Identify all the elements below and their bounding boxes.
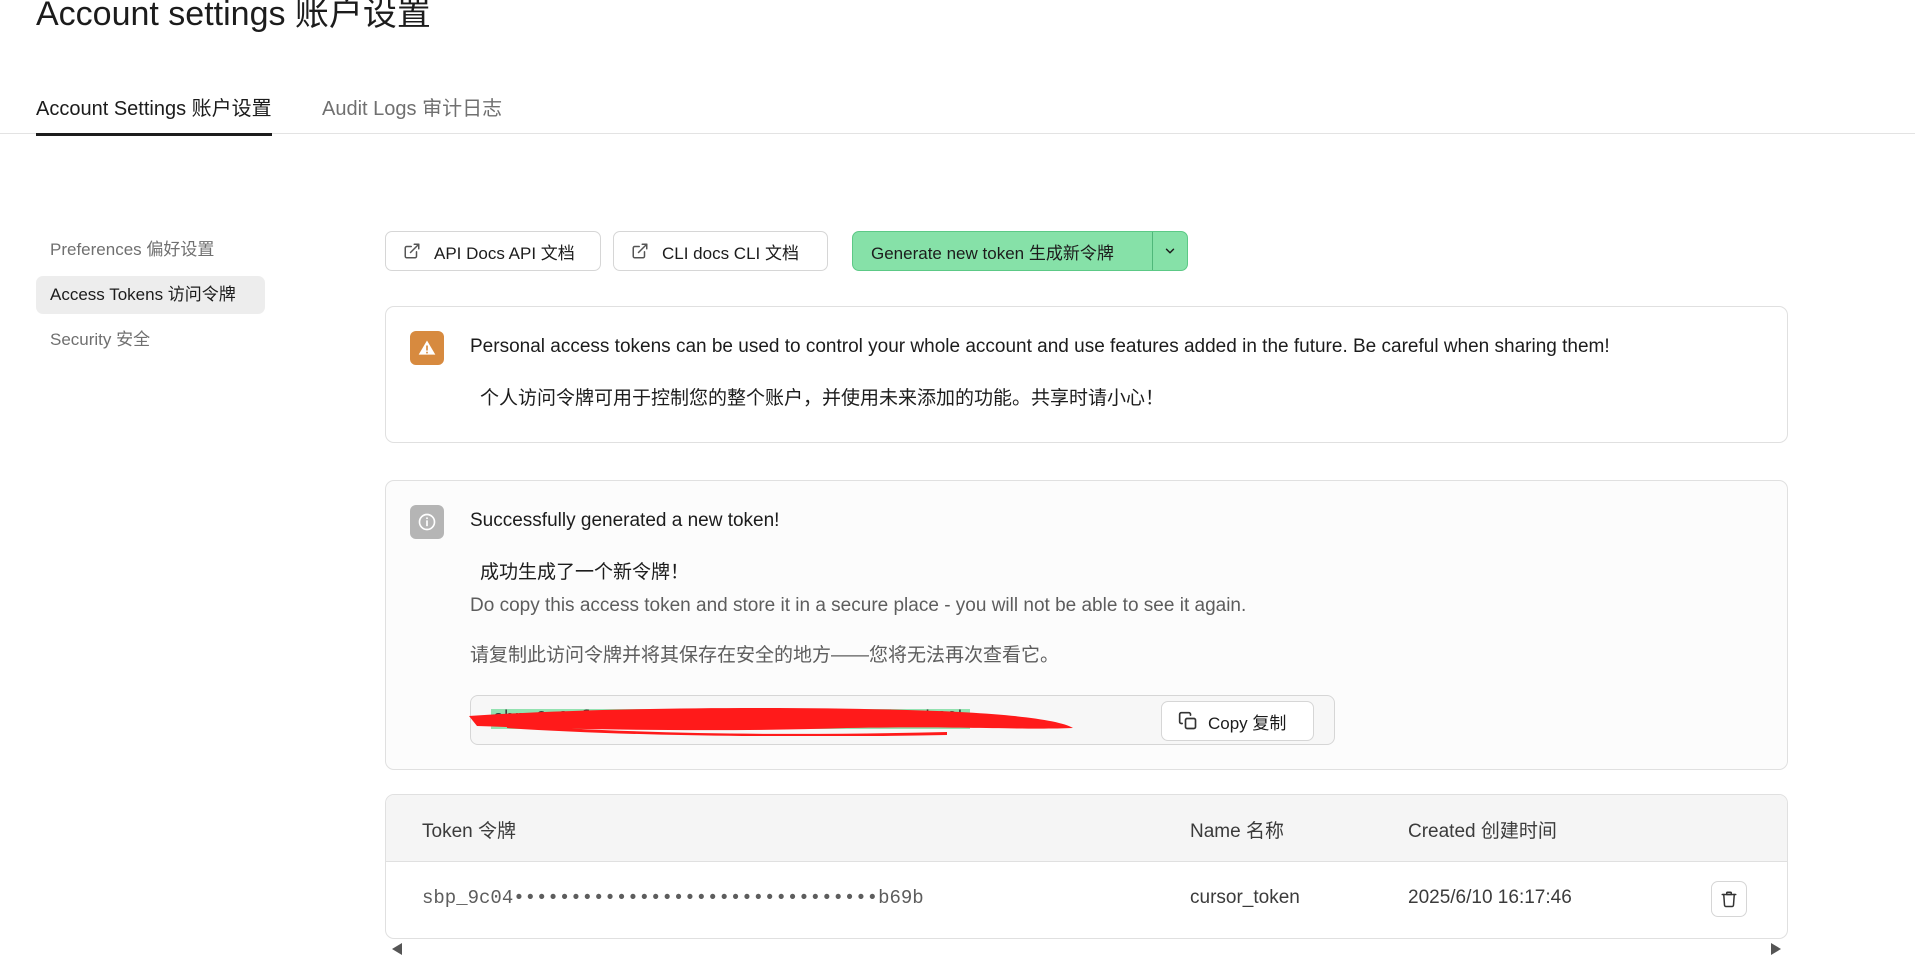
scroll-left-arrow-icon[interactable] xyxy=(390,941,404,957)
copy-label: Copy 复制 xyxy=(1208,713,1287,733)
external-link-icon xyxy=(630,241,650,261)
copy-icon xyxy=(1178,711,1198,731)
cli-docs-label: CLI docs CLI 文档 xyxy=(662,243,799,263)
tokens-table: Token 令牌 Name 名称 Created 创建时间 sbp_9c04••… xyxy=(385,794,1788,939)
tab-bar: Account Settings 账户设置 Audit Logs 审计日志 xyxy=(0,0,1915,136)
tab-account-settings[interactable]: Account Settings 账户设置 xyxy=(36,92,272,136)
external-link-icon xyxy=(402,241,422,261)
success-desc-en: Do copy this access token and store it i… xyxy=(470,595,1247,616)
scroll-right-arrow-icon[interactable] xyxy=(1769,941,1783,957)
warning-icon xyxy=(410,331,444,365)
warning-alert: Personal access tokens can be used to co… xyxy=(385,306,1788,443)
delete-token-button[interactable] xyxy=(1711,881,1747,917)
sidebar-item-access-tokens[interactable]: Access Tokens 访问令牌 xyxy=(36,276,265,314)
info-icon xyxy=(410,505,444,539)
column-header-token: Token 令牌 xyxy=(422,821,516,842)
api-docs-label: API Docs API 文档 xyxy=(434,243,575,263)
created-cell: 2025/6/10 16:17:46 xyxy=(1408,887,1572,908)
sidebar-item-preferences[interactable]: Preferences 偏好设置 xyxy=(36,231,228,269)
redaction-mark xyxy=(469,708,1073,736)
success-alert: Successfully generated a new token! 成功生成… xyxy=(385,480,1788,770)
tab-audit-logs[interactable]: Audit Logs 审计日志 xyxy=(322,92,502,133)
success-title-en: Successfully generated a new token! xyxy=(470,510,780,531)
api-docs-button[interactable]: API Docs API 文档 xyxy=(385,231,601,271)
column-header-created: Created 创建时间 xyxy=(1408,821,1557,842)
success-title-zh: 成功生成了一个新令牌！ xyxy=(480,562,690,583)
name-cell: cursor_token xyxy=(1190,887,1300,908)
copy-button[interactable]: Copy 复制 xyxy=(1161,701,1314,741)
token-cell: sbp_9c04••••••••••••••••••••••••••••••••… xyxy=(422,887,924,909)
column-header-name: Name 名称 xyxy=(1190,821,1284,842)
generate-token-label[interactable]: Generate new token 生成新令牌 xyxy=(853,232,1153,270)
trash-icon xyxy=(1720,890,1738,908)
generate-token-button[interactable]: Generate new token 生成新令牌 xyxy=(852,231,1188,271)
success-desc-zh: 请复制此访问令牌并将其保存在安全的地方——您将无法再次查看它。 xyxy=(470,645,1060,666)
table-header: Token 令牌 Name 名称 Created 创建时间 xyxy=(386,795,1787,862)
token-box: sbp_9c04f8a5d1f8a2e7c3b1d9e6f0a4c2b7d5e8… xyxy=(469,695,1335,745)
warning-text-zh: 个人访问令牌可用于控制您的整个账户，并使用未来添加的功能。共享时请小心！ xyxy=(480,388,1165,409)
warning-text-en: Personal access tokens can be used to co… xyxy=(470,336,1610,357)
chevron-down-icon[interactable] xyxy=(1153,232,1187,270)
sidebar-item-security[interactable]: Security 安全 xyxy=(36,321,164,359)
cli-docs-button[interactable]: CLI docs CLI 文档 xyxy=(613,231,828,271)
